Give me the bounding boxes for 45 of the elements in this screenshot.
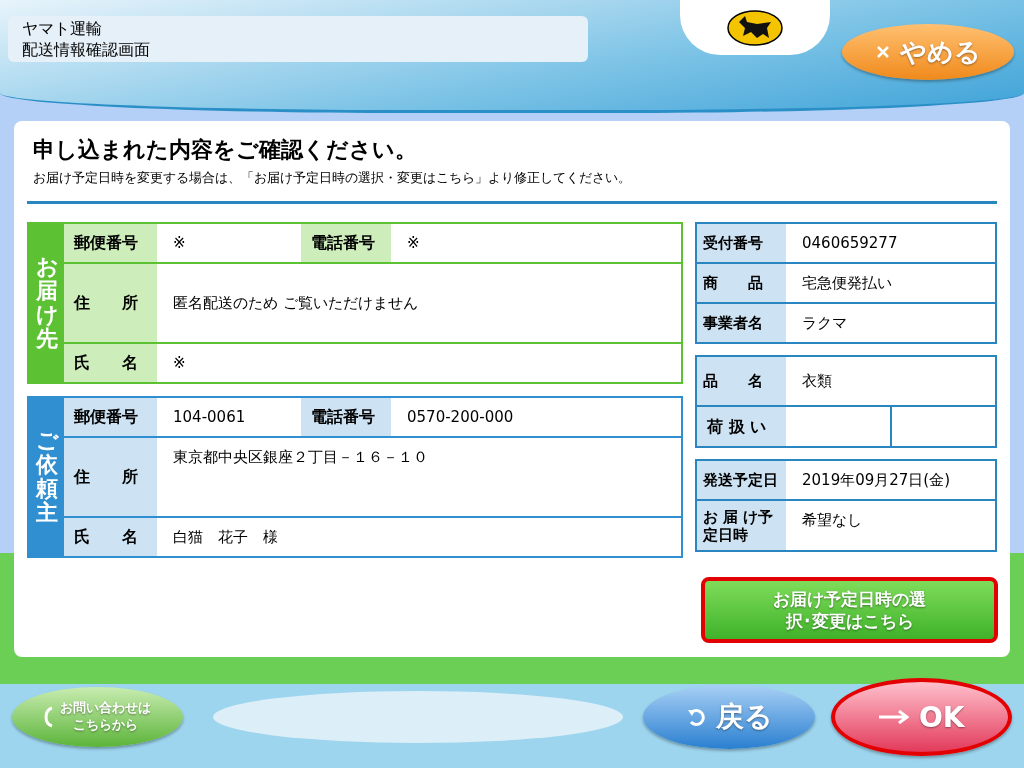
cancel-button[interactable]: やめる [842, 24, 1014, 80]
field-label: 住 所 [64, 438, 157, 516]
field-label: 品 名 [697, 357, 786, 405]
field-label: 荷 扱 い [697, 407, 786, 446]
field-label: 電話番号 [301, 224, 391, 262]
screen-title: 配送情報確認画面 [22, 39, 151, 60]
section-label: お届け先 [35, 254, 58, 352]
field-value: 白猫 花子 様 [172, 526, 279, 548]
field-value: ※ [172, 233, 187, 254]
back-button[interactable]: 戻る [642, 685, 816, 749]
undo-arrow-icon [685, 707, 706, 727]
field-label: 郵便番号 [64, 224, 157, 262]
field-label: 氏 名 [64, 518, 157, 556]
section-label: ご依頼主 [35, 428, 58, 526]
field-value: ※ [406, 233, 421, 254]
field-value: 104-0061 [172, 407, 247, 428]
phone-icon [42, 706, 55, 728]
field-value: 希望なし [801, 510, 863, 531]
ok-button[interactable]: OK [831, 678, 1012, 756]
field-label: お 届 け予定日時 [697, 501, 786, 550]
field-value: 宅急便発払い [801, 272, 893, 294]
cat-logo-icon [727, 9, 783, 46]
field-label: 商 品 [697, 264, 786, 302]
field-label: 事業者名 [697, 304, 786, 342]
field-label: 氏 名 [64, 344, 157, 382]
field-label: 郵便番号 [64, 398, 157, 436]
contact-button[interactable]: お問い合わせはこちらから [12, 687, 183, 747]
change-delivery-button[interactable]: お届け予定日時の選択･変更はこちら [701, 577, 998, 643]
field-label: 受付番号 [697, 224, 786, 262]
field-value: 0570-200-000 [406, 407, 515, 428]
field-value: 0460659277 [801, 233, 899, 254]
field-value: 衣類 [801, 370, 833, 392]
field-label: 住 所 [64, 264, 157, 342]
field-value: 匿名配送のため ご覧いただけません [172, 292, 419, 314]
heading: 申し込まれた内容をご確認ください。 [32, 136, 418, 164]
close-icon [875, 45, 890, 59]
arrow-right-icon [878, 710, 909, 724]
field-value: 東京都中央区銀座２丁目－１６－１０ [172, 447, 429, 468]
field-label: 電話番号 [301, 398, 391, 436]
company-name: ヤマト運輸 [22, 18, 103, 39]
field-value: ラクマ [801, 312, 848, 334]
field-value: 2019年09月27日(金) [801, 469, 952, 491]
field-value: ※ [172, 353, 187, 374]
instruction-text: お届け予定日時を変更する場合は、「お届け予定日時の選択・変更はこちら」より修正してください。 [27, 165, 997, 204]
field-label: 発送予定日 [697, 461, 786, 499]
